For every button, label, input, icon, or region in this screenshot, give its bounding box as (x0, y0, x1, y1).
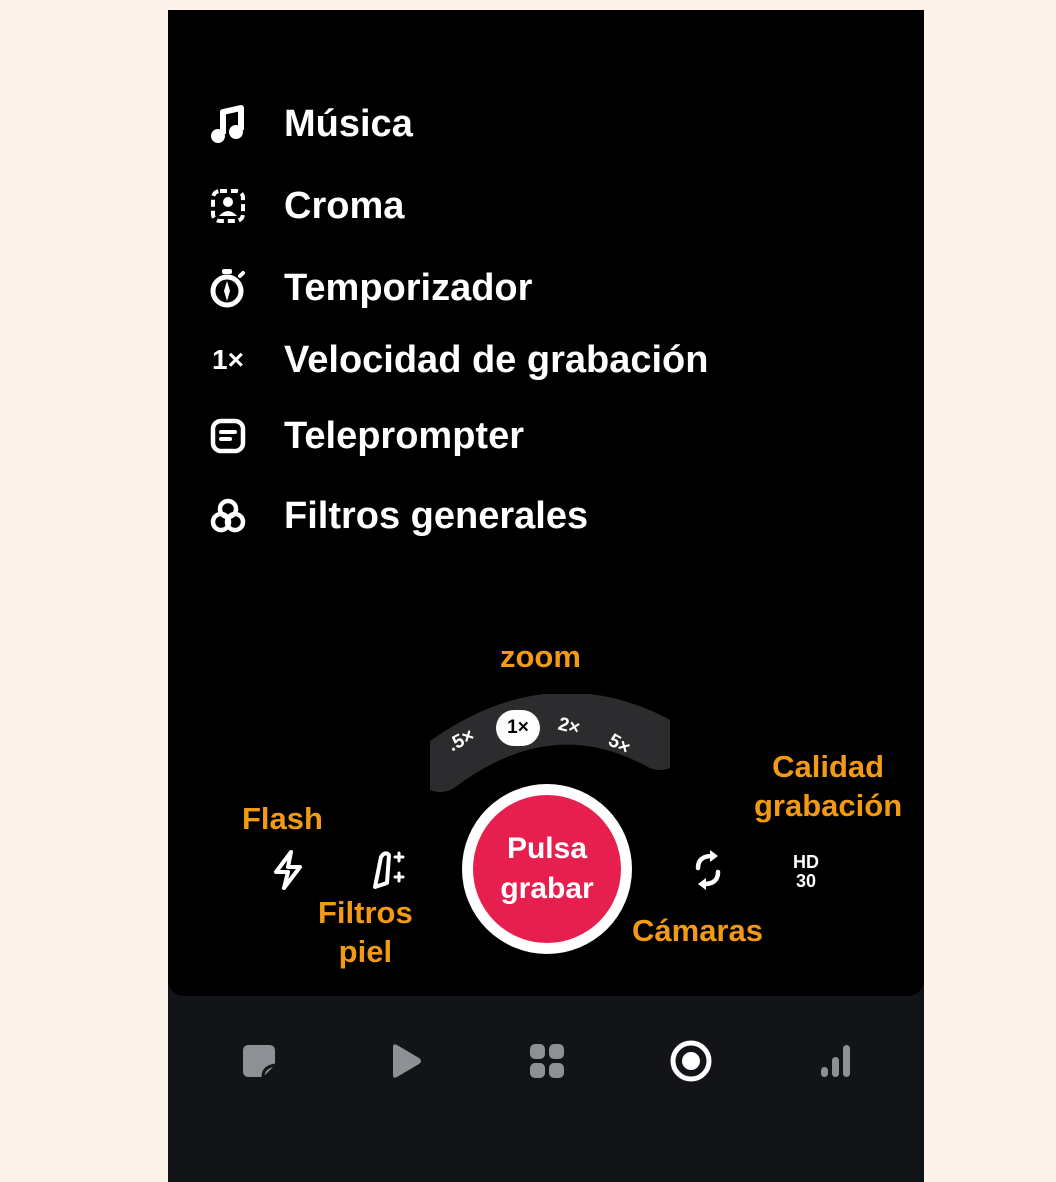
skin-callout-line1: Filtros (318, 895, 413, 930)
play-icon (393, 1044, 421, 1078)
apps-grid-icon (530, 1044, 564, 1078)
quality-callout-line2: grabación (754, 787, 903, 823)
nav-item-stats[interactable] (810, 1036, 860, 1086)
menu-item-chroma[interactable]: Croma (204, 176, 404, 236)
bottom-navigation (168, 1026, 924, 1096)
quality-hd-label: HD (793, 852, 819, 873)
nav-item-posts[interactable] (234, 1036, 284, 1086)
record-icon (670, 1040, 712, 1082)
music-note-icon (204, 100, 252, 148)
switch-camera-icon (695, 850, 721, 890)
menu-item-general-filters[interactable]: Filtros generales (204, 486, 588, 546)
posts-icon (243, 1045, 276, 1078)
menu-item-timer[interactable]: Temporizador (204, 258, 532, 318)
filters-icon (204, 492, 252, 540)
flash-button[interactable] (268, 848, 308, 892)
zoom-callout: zoom (500, 639, 581, 674)
skin-filters-button[interactable] (364, 846, 412, 894)
menu-item-teleprompter[interactable]: Teleprompter (204, 406, 524, 466)
quality-button[interactable]: HD 30 (782, 850, 830, 894)
switch-camera-button[interactable] (684, 846, 732, 894)
menu-item-speed[interactable]: 1× Velocidad de grabación (204, 330, 708, 390)
quality-callout: Calidad grabación (754, 748, 902, 826)
record-button-ring[interactable]: Pulsa grabar (462, 784, 632, 954)
teleprompter-icon (204, 412, 252, 460)
flash-icon (274, 850, 302, 890)
chroma-person-icon (204, 182, 252, 230)
menu-item-label: Velocidad de grabación (284, 338, 709, 381)
camera-viewport: Música Croma Temporizador 1× Velocidad d… (168, 10, 924, 996)
menu-item-label: Temporizador (284, 266, 533, 309)
skin-filters-icon (373, 851, 405, 889)
nav-item-record[interactable] (666, 1036, 716, 1086)
nav-item-apps[interactable] (522, 1036, 572, 1086)
speed-icon: 1× (212, 344, 244, 375)
zoom-option-1x[interactable]: 1× (496, 710, 540, 746)
record-button[interactable]: Pulsa grabar (473, 795, 621, 943)
record-line2: grabar (500, 872, 594, 905)
phone-screen: Música Croma Temporizador 1× Velocidad d… (168, 10, 924, 1182)
menu-item-label: Música (284, 102, 413, 145)
quality-callout-line1: Calidad (772, 749, 885, 784)
menu-item-label: Teleprompter (284, 414, 525, 457)
quality-fps-label: 30 (795, 871, 817, 891)
stats-icon (821, 1045, 850, 1077)
menu-item-label: Croma (284, 184, 405, 227)
menu-item-label: Filtros generales (284, 494, 589, 537)
cameras-callout: Cámaras (632, 913, 763, 948)
flash-callout: Flash (242, 801, 323, 836)
skin-filters-callout: Filtros piel (318, 894, 413, 972)
menu-item-music[interactable]: Música (204, 94, 413, 154)
skin-callout-line2: piel (338, 933, 393, 969)
nav-item-play[interactable] (380, 1036, 430, 1086)
timer-icon (204, 264, 252, 312)
record-line1: Pulsa (506, 831, 588, 865)
